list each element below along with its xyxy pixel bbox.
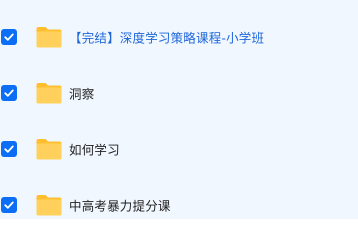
file-name[interactable]: 中高考暴力提分课 bbox=[69, 196, 171, 215]
folder-icon bbox=[35, 82, 63, 105]
checkmark-icon bbox=[4, 201, 14, 209]
file-row[interactable]: 中高考暴力提分课 bbox=[0, 186, 358, 219]
file-row[interactable]: 如何学习 bbox=[0, 130, 358, 168]
checkmark-icon bbox=[4, 89, 14, 97]
checkbox-checked[interactable] bbox=[1, 141, 17, 157]
folder-icon bbox=[35, 194, 63, 217]
file-row[interactable]: 洞察 bbox=[0, 74, 358, 112]
checkbox-checked[interactable] bbox=[1, 29, 17, 45]
checkbox-checked[interactable] bbox=[1, 85, 17, 101]
file-name[interactable]: 如何学习 bbox=[69, 140, 120, 159]
folder-icon bbox=[35, 138, 63, 161]
checkmark-icon bbox=[4, 33, 14, 41]
checkmark-icon bbox=[4, 145, 14, 153]
file-list: 【完结】深度学习策略课程-小学班 洞察 如何学习 中高考暴力提分课 bbox=[0, 0, 358, 219]
checkbox-checked[interactable] bbox=[1, 197, 17, 213]
folder-icon bbox=[35, 26, 63, 49]
file-name[interactable]: 【完结】深度学习策略课程-小学班 bbox=[69, 28, 264, 47]
file-name[interactable]: 洞察 bbox=[69, 84, 94, 103]
file-row[interactable]: 【完结】深度学习策略课程-小学班 bbox=[0, 18, 358, 56]
